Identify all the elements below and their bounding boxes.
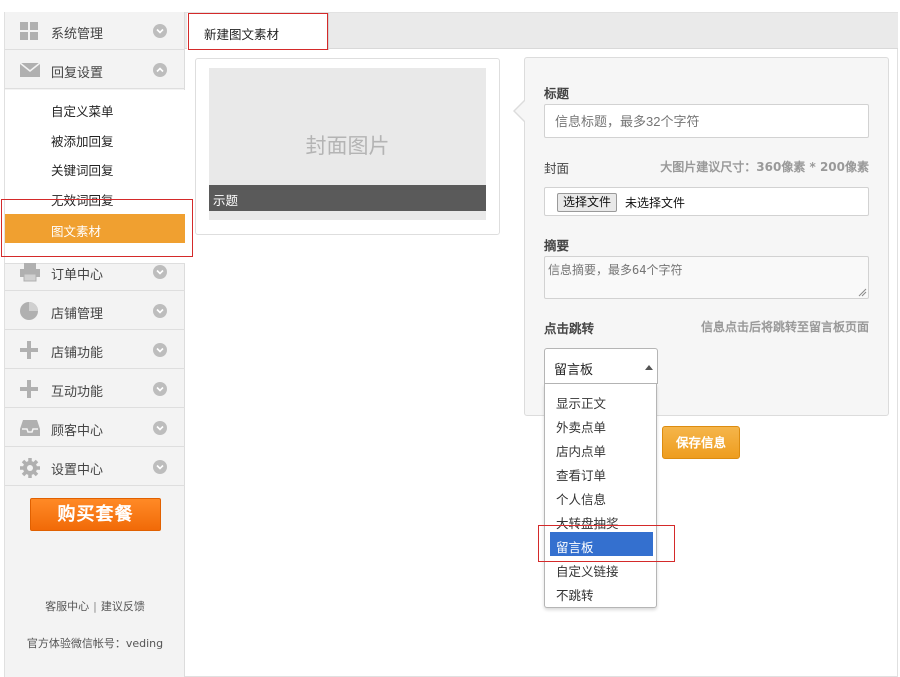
submenu-item-added-reply[interactable]: 被添加回复 (5, 124, 185, 153)
inbox-icon (19, 418, 41, 438)
menu-label: 店铺功能 (51, 346, 104, 361)
choose-file-button[interactable]: 选择文件 (557, 193, 618, 212)
chevron-down-icon[interactable] (153, 304, 167, 318)
file-status-text: 未选择文件 (625, 196, 686, 210)
tab-new-image-text-material[interactable]: 新建图文素材 (187, 13, 329, 50)
grid-icon (19, 21, 41, 41)
submenu-label: 图文素材 (51, 224, 102, 239)
sidebar: 系统管理 回复设置 自定义菜单 被添加回复 关键词回复 无效词回复 图文素材 订… (4, 12, 185, 677)
save-info-button[interactable]: 保存信息 (662, 426, 740, 459)
cover-placeholder-text: 封面图片 (305, 134, 390, 158)
chevron-down-icon[interactable] (153, 421, 167, 435)
menu-settings-center[interactable]: 设置中心 (5, 448, 185, 486)
submenu-item-custom-menu[interactable]: 自定义菜单 (5, 94, 185, 123)
option-label: 查看订单 (556, 468, 607, 483)
feedback-link[interactable]: 建议反馈 (101, 600, 145, 613)
envelope-icon (19, 60, 41, 80)
option-lucky-wheel[interactable]: 大转盘抽奖 (550, 508, 653, 532)
option-label: 显示正文 (556, 396, 607, 411)
option-label: 店内点单 (556, 444, 607, 459)
option-custom-link[interactable]: 自定义链接 (550, 556, 653, 580)
chevron-down-icon[interactable] (153, 382, 167, 396)
option-dine-in-order[interactable]: 店内点单 (550, 436, 653, 460)
cover-file-field: 选择文件 未选择文件 (544, 187, 869, 216)
submenu-item-invalid-word-reply[interactable]: 无效词回复 (5, 183, 185, 212)
customer-service-link[interactable]: 客服中心 (45, 600, 89, 613)
chevron-down-icon[interactable] (153, 343, 167, 357)
chevron-down-icon[interactable] (153, 460, 167, 474)
cover-size-hint: 大图片建议尺寸：360像素 * 200像素 (660, 160, 869, 174)
menu-label: 店铺管理 (51, 307, 104, 322)
preview-title-text: 示题 (213, 193, 239, 208)
summary-label: 摘要 (544, 238, 570, 253)
option-label: 不跳转 (556, 588, 594, 603)
pie-chart-icon (19, 301, 41, 321)
menu-order-center[interactable]: 订单中心 (5, 253, 185, 291)
menu-store-management[interactable]: 店铺管理 (5, 292, 185, 330)
plus-icon (19, 340, 41, 360)
option-personal-info[interactable]: 个人信息 (550, 484, 653, 508)
menu-label: 系统管理 (51, 27, 104, 42)
preview-title-bar: 示题 (209, 185, 486, 211)
jump-dropdown-list: 显示正文 外卖点单 店内点单 查看订单 个人信息 大转盘抽奖 留言板 自定义链接… (544, 384, 657, 608)
resize-grip-icon[interactable] (858, 288, 867, 297)
option-label: 个人信息 (556, 492, 607, 507)
jump-label: 点击跳转 (544, 321, 595, 336)
preview-card: 封面图片 示题 (195, 58, 500, 235)
jump-hint: 信息点击后将跳转至留言板页面 (700, 320, 869, 334)
printer-icon (19, 262, 41, 282)
app-root: 系统管理 回复设置 自定义菜单 被添加回复 关键词回复 无效词回复 图文素材 订… (0, 0, 900, 677)
official-account-text: 官方体验微信帐号：veding (26, 637, 164, 650)
chevron-down-icon[interactable] (153, 265, 167, 279)
chevron-up-icon[interactable] (153, 63, 167, 77)
cover-label: 封面 (544, 161, 570, 176)
option-takeout-order[interactable]: 外卖点单 (550, 412, 653, 436)
submenu-label: 无效词回复 (51, 193, 114, 208)
option-label: 留言板 (556, 540, 594, 555)
submenu-label: 自定义菜单 (51, 104, 114, 119)
summary-textarea[interactable] (544, 256, 869, 299)
menu-store-functions[interactable]: 店铺功能 (5, 331, 185, 369)
submenu-item-image-text-material[interactable]: 图文素材 (5, 214, 185, 243)
title-label: 标题 (544, 86, 570, 101)
gear-icon (19, 457, 41, 478)
option-label: 大转盘抽奖 (556, 516, 619, 531)
menu-label: 顾客中心 (51, 424, 104, 439)
cover-image-placeholder: 封面图片 示题 (209, 68, 486, 220)
chevron-down-icon[interactable] (153, 24, 167, 38)
submenu-label: 关键词回复 (51, 163, 114, 178)
tab-bar: 新建图文素材 (185, 12, 898, 50)
submenu-label: 被添加回复 (51, 134, 114, 149)
menu-label: 回复设置 (51, 66, 104, 81)
separator: | (93, 600, 97, 613)
panel-pointer-inner (515, 101, 525, 121)
menu-label: 订单中心 (51, 268, 104, 283)
option-label: 自定义链接 (556, 564, 619, 579)
menu-customer-center[interactable]: 顾客中心 (5, 409, 185, 447)
title-input[interactable] (544, 104, 869, 138)
jump-select[interactable]: 留言板 (544, 348, 658, 384)
option-message-board[interactable]: 留言板 (550, 532, 653, 556)
submenu-item-keyword-reply[interactable]: 关键词回复 (5, 153, 185, 182)
option-show-body[interactable]: 显示正文 (550, 388, 653, 412)
menu-label: 互动功能 (51, 385, 104, 400)
jump-select-value: 留言板 (554, 363, 594, 378)
menu-label: 设置中心 (51, 463, 104, 478)
option-label: 外卖点单 (556, 420, 607, 435)
option-no-jump[interactable]: 不跳转 (550, 580, 653, 604)
menu-interactive-functions[interactable]: 互动功能 (5, 370, 185, 408)
reply-submenu: 自定义菜单 被添加回复 关键词回复 无效词回复 图文素材 (5, 90, 185, 264)
plus-icon (19, 379, 41, 399)
menu-system-management[interactable]: 系统管理 (5, 12, 185, 50)
footer-links: 客服中心 | 建议反馈 (5, 598, 185, 614)
option-view-orders[interactable]: 查看订单 (550, 460, 653, 484)
tab-label: 新建图文素材 (204, 27, 280, 42)
buy-package-button[interactable]: 购买套餐 (30, 498, 161, 531)
caret-up-icon (645, 365, 653, 370)
menu-reply-settings[interactable]: 回复设置 (5, 51, 185, 89)
